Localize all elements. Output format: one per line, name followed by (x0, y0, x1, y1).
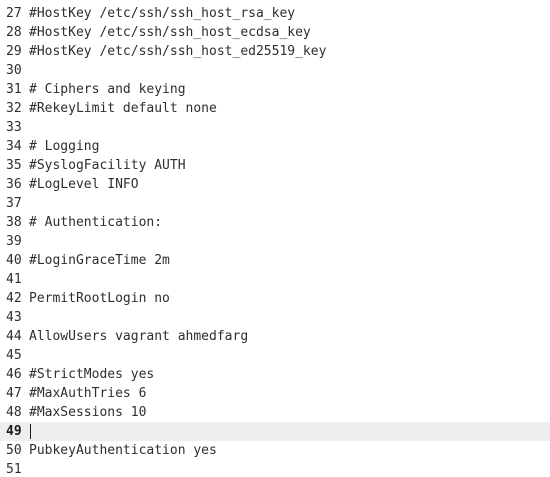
line-text[interactable]: #MaxSessions 10 (28, 405, 146, 420)
line-number: 38 (6, 215, 22, 230)
code-line-51[interactable]: 51 (0, 460, 550, 477)
line-number: 40 (6, 253, 22, 268)
line-text[interactable]: #LogLevel INFO (28, 177, 139, 192)
code-line-37[interactable]: 37 (0, 194, 550, 213)
line-text[interactable]: #SyslogFacility AUTH (28, 158, 186, 173)
line-text[interactable]: #HostKey /etc/ssh/ssh_host_rsa_key (28, 6, 295, 21)
line-number: 36 (6, 177, 22, 192)
line-number: 45 (6, 348, 22, 363)
line-number: 51 (6, 462, 22, 477)
code-line-36[interactable]: 36 #LogLevel INFO (0, 175, 550, 194)
line-number: 46 (6, 367, 22, 382)
code-line-39[interactable]: 39 (0, 232, 550, 251)
code-line-31[interactable]: 31 # Ciphers and keying (0, 80, 550, 99)
line-number: 30 (6, 63, 22, 78)
text-caret (30, 424, 31, 439)
code-line-47[interactable]: 47 #MaxAuthTries 6 (0, 384, 550, 403)
line-text[interactable]: #MaxAuthTries 6 (28, 386, 146, 401)
code-line-50[interactable]: 50 PubkeyAuthentication yes (0, 441, 550, 460)
line-number: 35 (6, 158, 22, 173)
line-text[interactable]: #LoginGraceTime 2m (28, 253, 170, 268)
code-line-45[interactable]: 45 (0, 346, 550, 365)
code-line-40[interactable]: 40 #LoginGraceTime 2m (0, 251, 550, 270)
line-number: 48 (6, 405, 22, 420)
line-number: 44 (6, 329, 22, 344)
line-number: 39 (6, 234, 22, 249)
line-number: 41 (6, 272, 22, 287)
line-text[interactable]: PubkeyAuthentication yes (28, 443, 217, 458)
code-line-33[interactable]: 33 (0, 118, 550, 137)
code-line-48[interactable]: 48 #MaxSessions 10 (0, 403, 550, 422)
line-text[interactable]: #StrictModes yes (28, 367, 154, 382)
line-number: 37 (6, 196, 22, 211)
code-line-30[interactable]: 30 (0, 61, 550, 80)
line-text[interactable]: #RekeyLimit default none (28, 101, 217, 116)
code-line-41[interactable]: 41 (0, 270, 550, 289)
code-line-34[interactable]: 34 # Logging (0, 137, 550, 156)
line-number: 50 (6, 443, 22, 458)
line-number: 43 (6, 310, 22, 325)
current-code-line[interactable]: 49 (0, 422, 550, 441)
line-number: 47 (6, 386, 22, 401)
line-number: 28 (6, 25, 22, 40)
line-text[interactable]: PermitRootLogin no (28, 291, 170, 306)
line-number: 33 (6, 120, 22, 135)
current-line-number: 49 (6, 424, 22, 439)
line-text[interactable]: # Authentication: (28, 215, 162, 230)
code-line-44[interactable]: 44 AllowUsers vagrant ahmedfarg (0, 327, 550, 346)
line-number: 29 (6, 44, 22, 59)
code-line-27[interactable]: 27 #HostKey /etc/ssh/ssh_host_rsa_key (0, 4, 550, 23)
line-text[interactable]: #HostKey /etc/ssh/ssh_host_ecdsa_key (28, 25, 311, 40)
code-line-28[interactable]: 28 #HostKey /etc/ssh/ssh_host_ecdsa_key (0, 23, 550, 42)
code-line-32[interactable]: 32 #RekeyLimit default none (0, 99, 550, 118)
code-line-43[interactable]: 43 (0, 308, 550, 327)
code-line-35[interactable]: 35 #SyslogFacility AUTH (0, 156, 550, 175)
line-number: 27 (6, 6, 22, 21)
code-line-42[interactable]: 42 PermitRootLogin no (0, 289, 550, 308)
line-number: 42 (6, 291, 22, 306)
line-text[interactable]: AllowUsers vagrant ahmedfarg (28, 329, 248, 344)
code-line-29[interactable]: 29 #HostKey /etc/ssh/ssh_host_ed25519_ke… (0, 42, 550, 61)
code-line-46[interactable]: 46 #StrictModes yes (0, 365, 550, 384)
line-number: 34 (6, 139, 22, 154)
code-line-38[interactable]: 38 # Authentication: (0, 213, 550, 232)
line-text[interactable]: # Logging (28, 139, 99, 154)
line-text[interactable]: #HostKey /etc/ssh/ssh_host_ed25519_key (28, 44, 326, 59)
text-editor[interactable]: 27 #HostKey /etc/ssh/ssh_host_rsa_key 28… (0, 0, 550, 477)
line-number: 31 (6, 82, 22, 97)
line-text[interactable]: # Ciphers and keying (28, 82, 186, 97)
line-number: 32 (6, 101, 22, 116)
